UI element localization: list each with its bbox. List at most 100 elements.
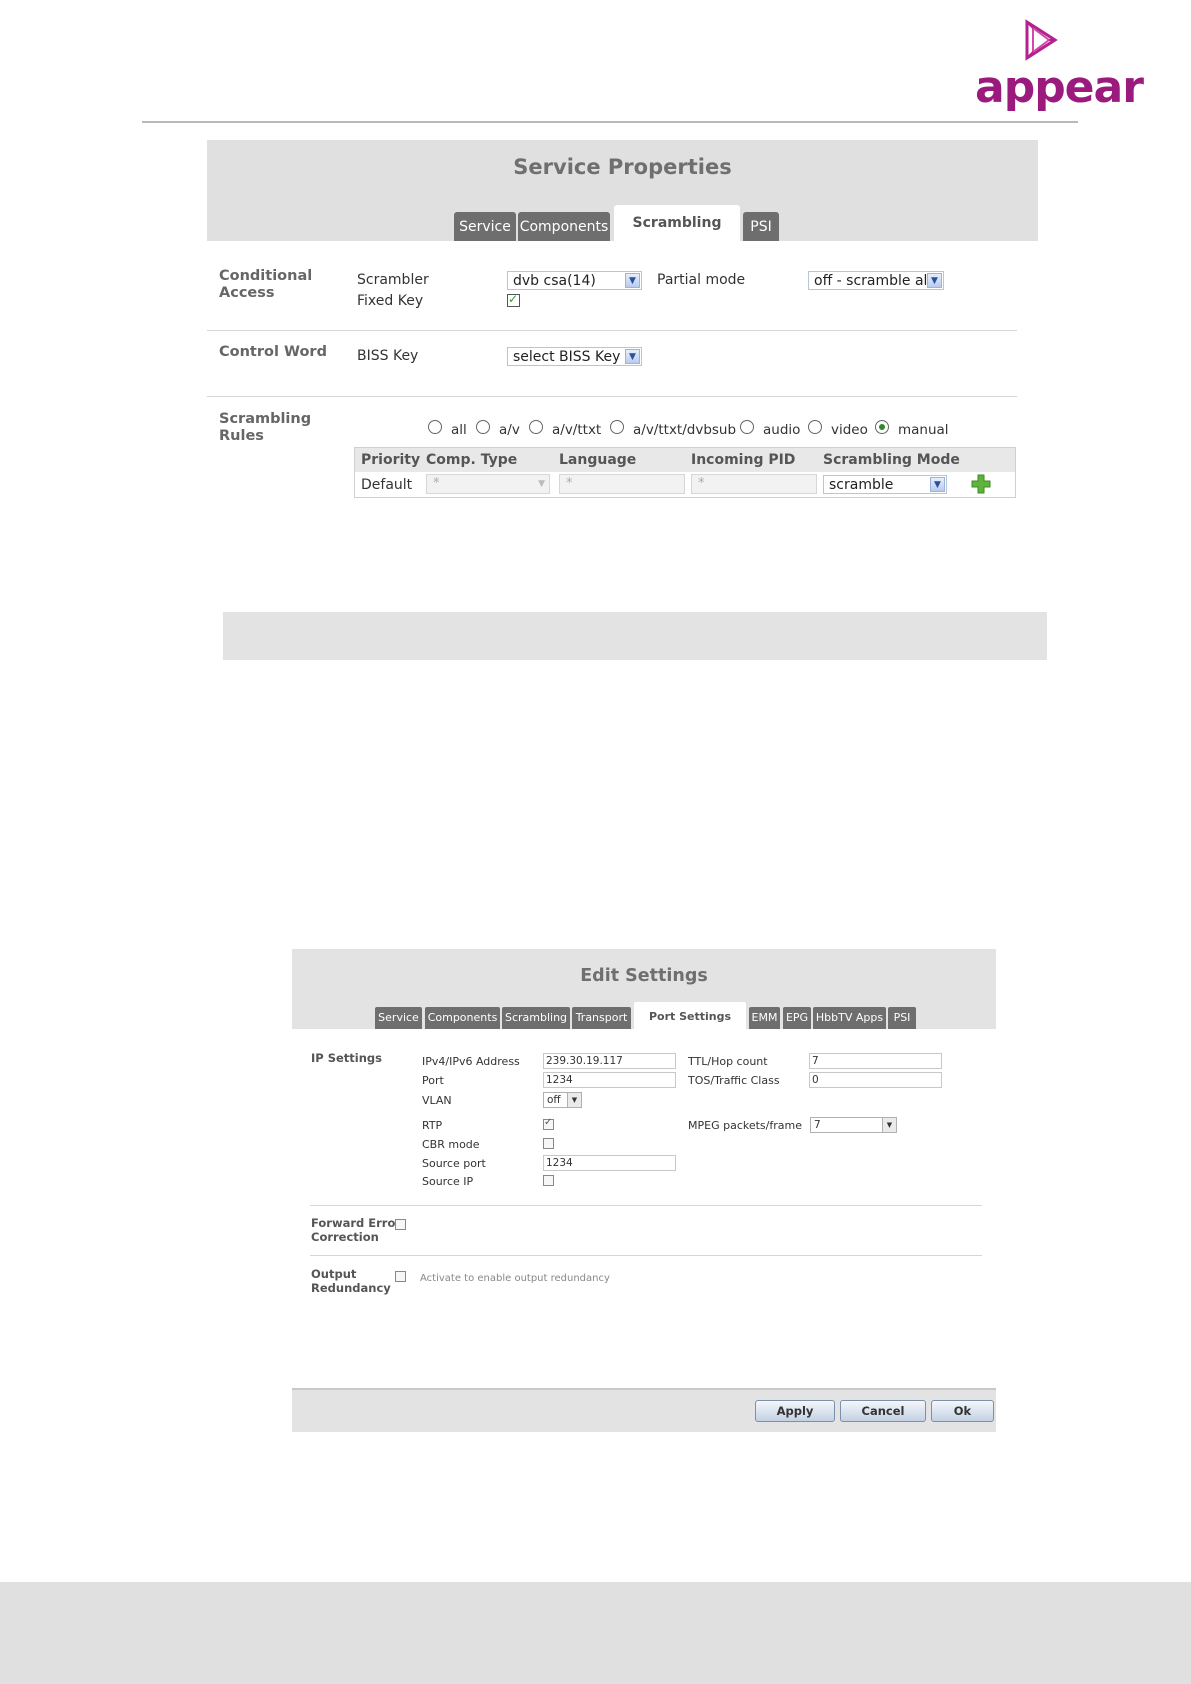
- radio-av[interactable]: [476, 420, 490, 434]
- vlan-select[interactable]: off ▼: [543, 1092, 582, 1108]
- scrambling-mode-select[interactable]: scramble ▼: [823, 475, 947, 494]
- radio-av-ttxt-dvbsub[interactable]: [610, 420, 624, 434]
- section-output-redundancy: Output Redundancy: [311, 1267, 391, 1295]
- brand-name: appear: [975, 62, 1144, 113]
- tos-label: TOS/Traffic Class: [688, 1074, 780, 1087]
- chevron-down-icon: ▼: [538, 479, 545, 489]
- tab-transport[interactable]: Transport: [572, 1007, 631, 1029]
- biss-key-select[interactable]: select BISS Key ▼: [507, 347, 642, 366]
- section-ip-settings: IP Settings: [311, 1051, 382, 1065]
- mpeg-select[interactable]: 7 ▼: [810, 1117, 897, 1133]
- chevron-down-icon: ▼: [882, 1118, 896, 1132]
- vlan-label: VLAN: [422, 1094, 452, 1107]
- col-scrambling-mode: Scrambling Mode: [823, 452, 960, 468]
- comp-type-value: *: [433, 476, 440, 491]
- tab-epg[interactable]: EPG: [783, 1007, 811, 1029]
- tab-scrambling[interactable]: Scrambling: [614, 205, 740, 241]
- tos-input[interactable]: 0: [809, 1072, 942, 1088]
- chevron-down-icon: ▼: [930, 477, 945, 492]
- biss-key-value: select BISS Key: [513, 349, 621, 365]
- tab-components[interactable]: Components: [425, 1007, 500, 1029]
- radio-manual[interactable]: [875, 420, 889, 434]
- radio-all-label: all: [451, 422, 467, 438]
- rtp-label: RTP: [422, 1119, 443, 1132]
- panel-footer: [223, 612, 1047, 660]
- tab-components[interactable]: Components: [518, 212, 610, 241]
- vlan-value: off: [547, 1094, 561, 1106]
- page-title: Service Properties: [513, 155, 732, 179]
- mpeg-label: MPEG packets/frame: [688, 1119, 802, 1132]
- fixed-key-checkbox[interactable]: [507, 292, 520, 307]
- apply-button[interactable]: Apply: [755, 1400, 835, 1422]
- section-conditional-access: Conditional Access: [219, 268, 313, 301]
- scrambling-mode-value: scramble: [829, 477, 894, 493]
- radio-av-ttxt-label: a/v/ttxt: [552, 422, 602, 438]
- ok-button[interactable]: Ok: [931, 1400, 994, 1422]
- radio-manual-label: manual: [898, 422, 949, 438]
- address-input[interactable]: 239.30.19.117: [543, 1053, 676, 1069]
- add-rule-icon[interactable]: [971, 474, 991, 494]
- redundancy-hint: Activate to enable output redundancy: [420, 1273, 610, 1284]
- header-divider: [142, 121, 1078, 123]
- source-ip-checkbox[interactable]: [543, 1175, 554, 1186]
- radio-av-ttxt-dvbsub-label: a/v/ttxt/dvbsub: [633, 422, 737, 438]
- tab-service[interactable]: Service: [375, 1007, 422, 1029]
- port-label: Port: [422, 1074, 444, 1087]
- comp-type-select[interactable]: * ▼: [426, 474, 550, 494]
- col-incoming-pid: Incoming PID: [691, 452, 796, 468]
- incoming-pid-input[interactable]: *: [691, 474, 817, 494]
- scrambler-value: dvb csa(14): [513, 273, 596, 289]
- tab-psi[interactable]: PSI: [888, 1007, 916, 1029]
- section-fec: Forward Error Correction: [311, 1216, 402, 1244]
- chevron-down-icon: ▼: [927, 273, 942, 288]
- ttl-input[interactable]: 7: [809, 1053, 942, 1069]
- chevron-down-icon: ▼: [625, 273, 640, 288]
- row-priority: Default: [361, 477, 413, 493]
- col-language: Language: [559, 452, 637, 468]
- section-scrambling-rules: Scrambling Rules: [219, 411, 312, 444]
- tab-port-settings[interactable]: Port Settings: [634, 1002, 746, 1029]
- chevron-down-icon: ▼: [567, 1093, 581, 1107]
- tab-service[interactable]: Service: [454, 212, 516, 241]
- section-divider: [207, 330, 1017, 331]
- partial-mode-select[interactable]: off - scramble all ▼: [808, 271, 944, 290]
- redundancy-checkbox[interactable]: [395, 1271, 406, 1282]
- tab-emm[interactable]: EMM: [749, 1007, 780, 1029]
- dialog-title: Edit Settings: [580, 966, 708, 986]
- rtp-checkbox[interactable]: [543, 1117, 554, 1130]
- radio-audio[interactable]: [740, 420, 754, 434]
- radio-audio-label: audio: [763, 422, 801, 438]
- section-divider: [310, 1205, 982, 1206]
- port-input[interactable]: 1234: [543, 1072, 676, 1088]
- scrambler-select[interactable]: dvb csa(14) ▼: [507, 271, 642, 290]
- cbr-label: CBR mode: [422, 1138, 480, 1151]
- fec-checkbox[interactable]: [395, 1219, 406, 1230]
- mpeg-value: 7: [814, 1119, 821, 1131]
- col-comp-type: Comp. Type: [426, 452, 518, 468]
- source-port-label: Source port: [422, 1157, 486, 1170]
- tab-psi[interactable]: PSI: [743, 212, 779, 241]
- section-divider: [310, 1255, 982, 1256]
- biss-key-label: BISS Key: [357, 348, 419, 364]
- radio-all[interactable]: [428, 420, 442, 434]
- partial-mode-label: Partial mode: [657, 272, 746, 288]
- language-input[interactable]: *: [559, 474, 685, 494]
- radio-video[interactable]: [808, 420, 822, 434]
- ttl-label: TTL/Hop count: [688, 1055, 768, 1068]
- source-port-input[interactable]: 1234: [543, 1155, 676, 1171]
- cancel-button[interactable]: Cancel: [840, 1400, 926, 1422]
- cbr-checkbox[interactable]: [543, 1138, 554, 1149]
- tab-scrambling[interactable]: Scrambling: [502, 1007, 570, 1029]
- scrambler-label: Scrambler: [357, 272, 429, 288]
- radio-av-ttxt[interactable]: [529, 420, 543, 434]
- fixed-key-label: Fixed Key: [357, 293, 424, 309]
- partial-mode-value: off - scramble all: [814, 273, 932, 289]
- radio-video-label: video: [831, 422, 868, 438]
- source-ip-label: Source IP: [422, 1175, 474, 1188]
- tab-hbbtv-apps[interactable]: HbbTV Apps: [813, 1007, 886, 1029]
- chevron-down-icon: ▼: [625, 349, 640, 364]
- section-control-word: Control Word: [219, 344, 327, 360]
- col-priority: Priority: [361, 452, 421, 468]
- page-footer: [0, 1582, 1191, 1684]
- radio-av-label: a/v: [499, 422, 520, 438]
